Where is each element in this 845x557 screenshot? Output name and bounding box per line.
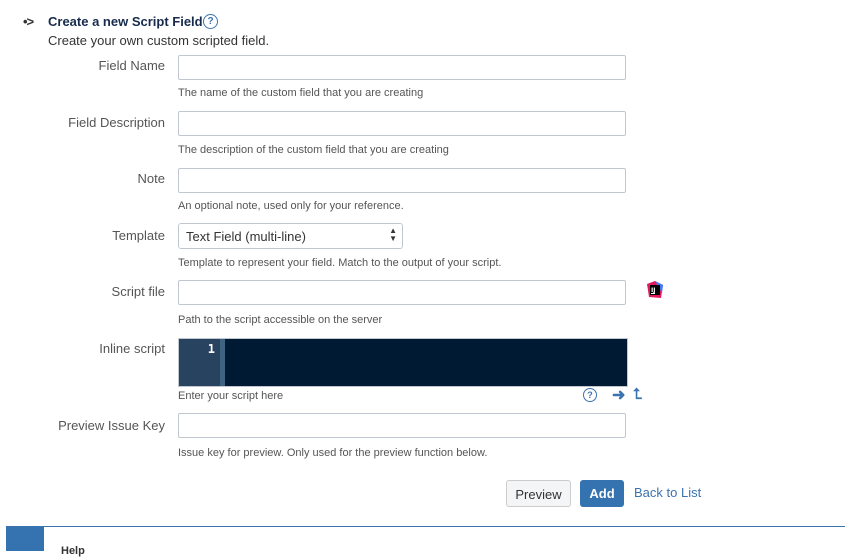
template-label: Template (112, 228, 165, 243)
field-name-hint: The name of the custom field that you ar… (178, 87, 424, 99)
field-description-label: Field Description (68, 115, 165, 130)
gutter-edge (220, 339, 225, 386)
inline-script-label: Inline script (99, 341, 165, 356)
editor-help-icon[interactable]: ? (583, 388, 597, 402)
script-file-hint: Path to the script accessible on the ser… (178, 314, 383, 326)
field-name-label: Field Name (98, 58, 165, 73)
add-button[interactable]: Add (580, 480, 624, 507)
field-description-input[interactable] (178, 111, 626, 136)
preview-issue-key-input[interactable] (178, 413, 626, 438)
script-file-input[interactable] (178, 280, 626, 305)
panel-divider (6, 526, 845, 527)
note-label: Note (137, 171, 165, 186)
line-number: 1 (207, 342, 215, 356)
select-arrows-icon: ▲ ▼ (389, 226, 397, 243)
field-description-hint: The description of the custom field that… (178, 144, 449, 156)
inline-script-hint: Enter your script here (178, 390, 284, 402)
preview-issue-key-hint: Issue key for preview. Only used for the… (178, 447, 488, 459)
script-file-label: Script file (111, 284, 165, 299)
arrow-right-icon[interactable]: ➜ (612, 385, 625, 405)
expand-bullet-icon: •> (23, 14, 34, 29)
template-selected-value: Text Field (multi-line) (186, 229, 306, 244)
preview-issue-key-label: Preview Issue Key (58, 418, 165, 433)
note-input[interactable] (178, 168, 626, 193)
field-name-input[interactable] (178, 55, 626, 80)
svg-text:IJ: IJ (651, 287, 655, 294)
back-to-list-link[interactable]: Back to List (634, 485, 701, 500)
page-title: Create a new Script Field (48, 14, 203, 29)
note-hint: An optional note, used only for your ref… (178, 200, 404, 212)
arrow-up-icon[interactable]: ⮤ (633, 386, 642, 403)
preview-button[interactable]: Preview (506, 480, 571, 507)
help-icon[interactable]: ? (203, 14, 218, 29)
template-select[interactable]: Text Field (multi-line) ▲ ▼ (178, 223, 403, 249)
editor-gutter: 1 (179, 339, 220, 386)
help-panel-heading: Help (61, 545, 85, 557)
intellij-icon[interactable]: IJ (646, 281, 664, 299)
panel-accent-block (6, 527, 44, 551)
code-editor[interactable]: 1 (178, 338, 628, 387)
page-subtitle: Create your own custom scripted field. (48, 33, 270, 48)
template-hint: Template to represent your field. Match … (178, 257, 502, 269)
